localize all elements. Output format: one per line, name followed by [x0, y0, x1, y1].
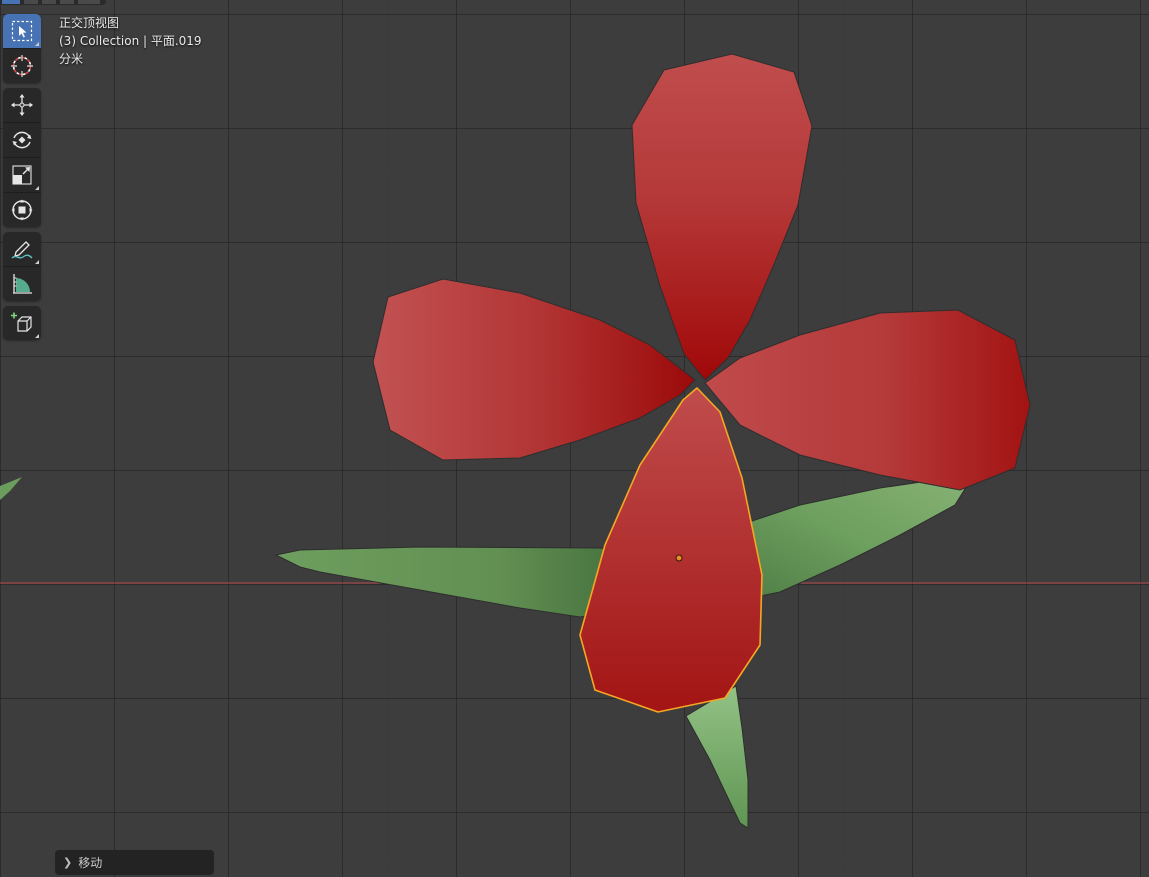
tool-shelf — [3, 14, 41, 345]
cursor-icon — [11, 55, 33, 77]
leaf-bottom — [685, 685, 749, 829]
view-name-label: 正交顶视图 — [59, 16, 120, 30]
rotate-icon — [12, 131, 32, 149]
offscreen-leaf — [0, 477, 22, 500]
measure-tool[interactable] — [3, 266, 41, 301]
transform-icon — [11, 199, 33, 221]
tool-group-select — [3, 14, 41, 83]
add-cube-tool[interactable] — [3, 306, 41, 340]
tool-group-transform — [3, 88, 41, 227]
tool-group-add — [3, 306, 41, 340]
rotate-tool[interactable] — [3, 122, 41, 157]
move-tool[interactable] — [3, 88, 41, 122]
petal-top — [631, 53, 813, 381]
object-origin-dot — [675, 554, 683, 562]
annotate-icon — [11, 241, 33, 259]
add-cube-icon — [11, 312, 32, 332]
header-strip[interactable] — [0, 0, 106, 5]
3d-viewport[interactable]: 正交顶视图 (3) Collection | 平面.019 分米 ❯ 移动 — [0, 0, 1149, 877]
petal-left — [372, 278, 696, 461]
petal-right — [704, 309, 1031, 491]
collection-object-label: (3) Collection | 平面.019 — [59, 34, 202, 48]
last-operation-panel[interactable]: ❯ 移动 — [55, 850, 214, 875]
annotate-tool[interactable] — [3, 232, 41, 266]
scale-tool[interactable] — [3, 157, 41, 192]
leaf-right — [739, 479, 969, 601]
select-box-icon — [11, 20, 33, 42]
unit-label: 分米 — [59, 52, 84, 66]
chevron-right-icon: ❯ — [63, 856, 73, 869]
last-operation-label: 移动 — [78, 856, 103, 870]
tool-group-annotate — [3, 232, 41, 301]
scene-canvas[interactable] — [0, 0, 1149, 877]
cursor-tool[interactable] — [3, 48, 41, 83]
transform-tool[interactable] — [3, 192, 41, 227]
measure-icon — [13, 274, 32, 294]
scale-icon — [12, 165, 32, 185]
select-box-tool[interactable] — [3, 14, 41, 48]
viewport-info-overlay: 正交顶视图 (3) Collection | 平面.019 分米 — [59, 14, 202, 68]
petal-bottom-selected — [579, 387, 763, 713]
move-icon — [11, 94, 33, 116]
